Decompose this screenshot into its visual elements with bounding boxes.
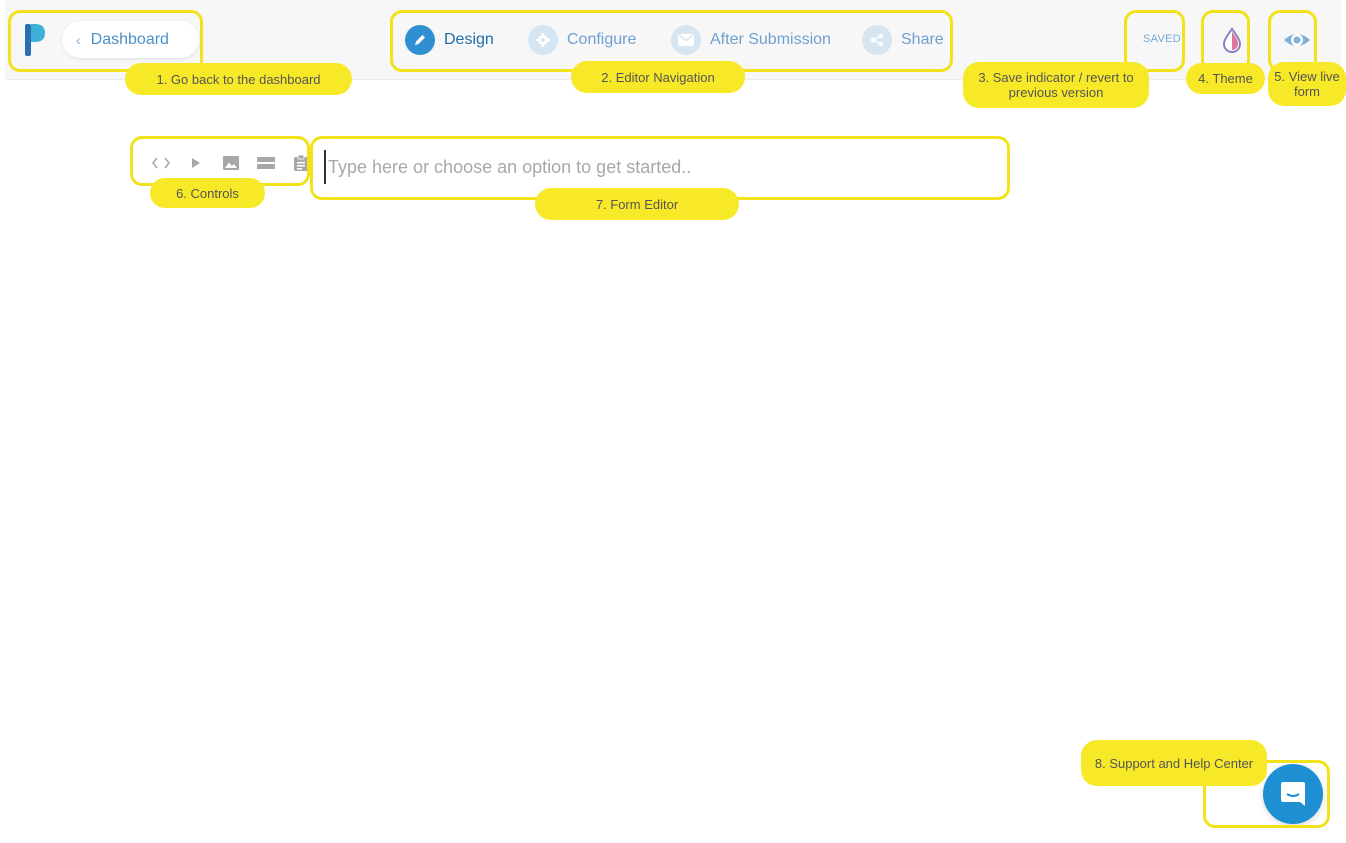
annotation-4: 4. Theme xyxy=(1186,63,1265,94)
annotation-2: 2. Editor Navigation xyxy=(571,61,745,93)
annotation-1: 1. Go back to the dashboard xyxy=(125,63,352,95)
pencil-icon xyxy=(405,25,435,55)
form-editor-page: ‹ Dashboard Design Configure After Submi… xyxy=(0,0,1346,843)
droplet-icon[interactable] xyxy=(1218,26,1246,54)
tab-share[interactable]: Share xyxy=(862,24,944,56)
chevron-left-icon: ‹ xyxy=(76,31,81,48)
mail-icon xyxy=(671,25,701,55)
tab-design[interactable]: Design xyxy=(405,24,494,56)
annotation-5: 5. View live form xyxy=(1268,62,1346,106)
gear-icon xyxy=(528,25,558,55)
code-icon[interactable] xyxy=(143,153,178,173)
annotation-6: 6. Controls xyxy=(150,178,265,208)
image-icon[interactable] xyxy=(213,153,248,173)
tab-after-submission[interactable]: After Submission xyxy=(671,24,831,56)
annotation-7: 7. Form Editor xyxy=(535,188,739,220)
back-to-dashboard-button[interactable]: ‹ Dashboard xyxy=(62,21,199,58)
clipboard-icon[interactable] xyxy=(283,153,318,173)
save-status-indicator[interactable]: SAVED xyxy=(1143,33,1181,45)
eye-icon[interactable] xyxy=(1282,26,1312,54)
play-icon[interactable] xyxy=(178,153,213,173)
back-button-label: Dashboard xyxy=(90,30,169,48)
tab-configure-label: Configure xyxy=(567,31,637,48)
app-logo xyxy=(25,24,45,56)
editor-controls xyxy=(143,153,318,173)
support-chat-button[interactable] xyxy=(1263,764,1323,824)
tab-share-label: Share xyxy=(901,31,944,48)
annotation-3: 3. Save indicator / revert to previous v… xyxy=(963,62,1149,108)
divider-icon[interactable] xyxy=(248,153,283,173)
tab-configure[interactable]: Configure xyxy=(528,24,636,56)
chat-icon xyxy=(1281,782,1305,806)
annotation-8: 8. Support and Help Center xyxy=(1081,740,1267,786)
form-editor-input[interactable] xyxy=(324,150,984,184)
tab-design-label: Design xyxy=(444,31,494,48)
share-icon xyxy=(862,25,892,55)
tab-after-submission-label: After Submission xyxy=(710,31,831,48)
